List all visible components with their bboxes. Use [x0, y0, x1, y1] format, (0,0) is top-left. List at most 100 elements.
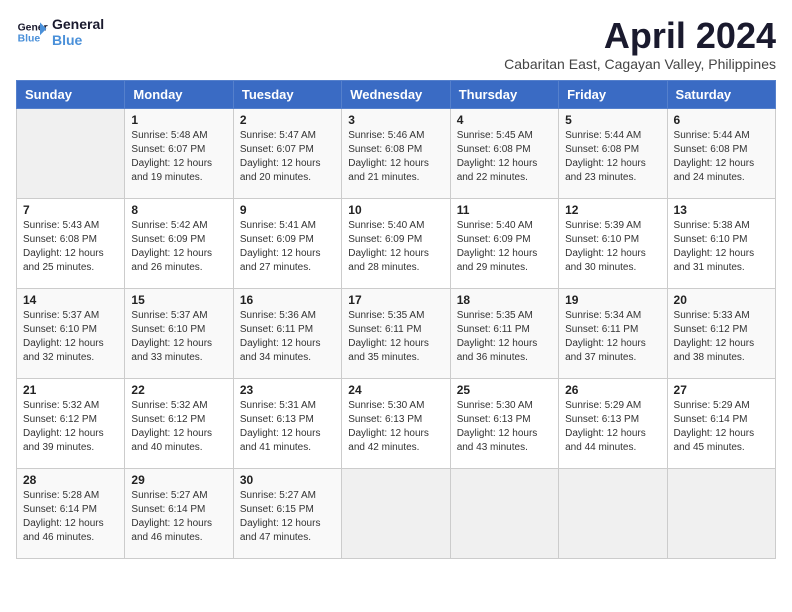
- calendar-cell: 24Sunrise: 5:30 AMSunset: 6:13 PMDayligh…: [342, 378, 450, 468]
- weekday-header-tuesday: Tuesday: [233, 80, 341, 108]
- weekday-header-friday: Friday: [559, 80, 667, 108]
- day-info: Sunrise: 5:33 AMSunset: 6:12 PMDaylight:…: [674, 309, 769, 365]
- day-number: 14: [23, 293, 118, 307]
- day-number: 4: [457, 113, 552, 127]
- calendar-cell: [342, 468, 450, 558]
- calendar-cell: 10 Sunrise: 5:40 AMSunset: 6:09 PMDayligh…: [342, 198, 450, 288]
- day-number: 8: [131, 203, 226, 217]
- calendar-cell: [667, 468, 775, 558]
- logo-text-general: General: [52, 16, 104, 32]
- day-number: 21: [23, 383, 118, 397]
- calendar-cell: 13 Sunrise: 5:38 AMSunset: 6:10 PMDayligh…: [667, 198, 775, 288]
- location-subtitle: Cabaritan East, Cagayan Valley, Philippi…: [504, 56, 776, 72]
- day-number: 17: [348, 293, 443, 307]
- day-info: Sunrise: 5:27 AMSunset: 6:15 PMDaylight:…: [240, 489, 335, 545]
- day-info: Sunrise: 5:32 AMSunset: 6:12 PMDaylight:…: [23, 399, 118, 455]
- calendar-cell: 1 Sunrise: 5:48 AMSunset: 6:07 PMDaylight…: [125, 108, 233, 198]
- day-info: Sunrise: 5:36 AMSunset: 6:11 PMDaylight:…: [240, 309, 335, 365]
- day-number: 7: [23, 203, 118, 217]
- weekday-header-sunday: Sunday: [17, 80, 125, 108]
- day-info: Sunrise: 5:38 AMSunset: 6:10 PMDaylight:…: [674, 219, 769, 275]
- day-number: 18: [457, 293, 552, 307]
- day-number: 12: [565, 203, 660, 217]
- day-info: Sunrise: 5:45 AMSunset: 6:08 PMDaylight:…: [457, 129, 552, 185]
- calendar-cell: [17, 108, 125, 198]
- day-number: 13: [674, 203, 769, 217]
- calendar-cell: 14 Sunrise: 5:37 AMSunset: 6:10 PMDayligh…: [17, 288, 125, 378]
- calendar-cell: 5 Sunrise: 5:44 AMSunset: 6:08 PMDaylight…: [559, 108, 667, 198]
- day-info: Sunrise: 5:29 AMSunset: 6:14 PMDaylight:…: [674, 399, 769, 455]
- weekday-header-wednesday: Wednesday: [342, 80, 450, 108]
- calendar-cell: [559, 468, 667, 558]
- calendar-cell: 4 Sunrise: 5:45 AMSunset: 6:08 PMDaylight…: [450, 108, 558, 198]
- day-info: Sunrise: 5:48 AMSunset: 6:07 PMDaylight:…: [131, 129, 226, 185]
- calendar-cell: 22Sunrise: 5:32 AMSunset: 6:12 PMDayligh…: [125, 378, 233, 468]
- calendar-week-1: 1 Sunrise: 5:48 AMSunset: 6:07 PMDaylight…: [17, 108, 776, 198]
- day-number: 2: [240, 113, 335, 127]
- day-number: 25: [457, 383, 552, 397]
- day-info: Sunrise: 5:35 AMSunset: 6:11 PMDaylight:…: [348, 309, 443, 365]
- calendar-cell: 19Sunrise: 5:34 AMSunset: 6:11 PMDayligh…: [559, 288, 667, 378]
- calendar-cell: 8 Sunrise: 5:42 AMSunset: 6:09 PMDaylight…: [125, 198, 233, 288]
- calendar-cell: 18 Sunrise: 5:35 AMSunset: 6:11 PMDayligh…: [450, 288, 558, 378]
- svg-text:Blue: Blue: [18, 34, 41, 45]
- day-info: Sunrise: 5:44 AMSunset: 6:08 PMDaylight:…: [674, 129, 769, 185]
- day-info: Sunrise: 5:42 AMSunset: 6:09 PMDaylight:…: [131, 219, 226, 275]
- day-number: 10: [348, 203, 443, 217]
- day-number: 3: [348, 113, 443, 127]
- day-info: Sunrise: 5:29 AMSunset: 6:13 PMDaylight:…: [565, 399, 660, 455]
- calendar-week-5: 28Sunrise: 5:28 AMSunset: 6:14 PMDayligh…: [17, 468, 776, 558]
- title-area: April 2024 Cabaritan East, Cagayan Valle…: [504, 16, 776, 72]
- day-info: Sunrise: 5:44 AMSunset: 6:08 PMDaylight:…: [565, 129, 660, 185]
- calendar-cell: 30 Sunrise: 5:27 AMSunset: 6:15 PMDayligh…: [233, 468, 341, 558]
- day-number: 26: [565, 383, 660, 397]
- day-number: 27: [674, 383, 769, 397]
- day-info: Sunrise: 5:35 AMSunset: 6:11 PMDaylight:…: [457, 309, 552, 365]
- calendar-cell: 20Sunrise: 5:33 AMSunset: 6:12 PMDayligh…: [667, 288, 775, 378]
- day-number: 5: [565, 113, 660, 127]
- day-number: 23: [240, 383, 335, 397]
- calendar-cell: 29 Sunrise: 5:27 AMSunset: 6:14 PMDayligh…: [125, 468, 233, 558]
- day-info: Sunrise: 5:43 AMSunset: 6:08 PMDaylight:…: [23, 219, 118, 275]
- weekday-header-saturday: Saturday: [667, 80, 775, 108]
- calendar-cell: 26 Sunrise: 5:29 AMSunset: 6:13 PMDayligh…: [559, 378, 667, 468]
- calendar-cell: 28Sunrise: 5:28 AMSunset: 6:14 PMDayligh…: [17, 468, 125, 558]
- calendar-cell: 27 Sunrise: 5:29 AMSunset: 6:14 PMDayligh…: [667, 378, 775, 468]
- day-number: 1: [131, 113, 226, 127]
- calendar-week-2: 7 Sunrise: 5:43 AMSunset: 6:08 PMDaylight…: [17, 198, 776, 288]
- day-info: Sunrise: 5:37 AMSunset: 6:10 PMDaylight:…: [131, 309, 226, 365]
- calendar-cell: 16 Sunrise: 5:36 AMSunset: 6:11 PMDayligh…: [233, 288, 341, 378]
- day-info: Sunrise: 5:37 AMSunset: 6:10 PMDaylight:…: [23, 309, 118, 365]
- day-number: 15: [131, 293, 226, 307]
- logo-icon: General Blue: [16, 16, 48, 48]
- logo: General Blue General Blue: [16, 16, 104, 48]
- calendar-cell: 17 Sunrise: 5:35 AMSunset: 6:11 PMDayligh…: [342, 288, 450, 378]
- calendar-cell: 25 Sunrise: 5:30 AMSunset: 6:13 PMDayligh…: [450, 378, 558, 468]
- day-info: Sunrise: 5:40 AMSunset: 6:09 PMDaylight:…: [457, 219, 552, 275]
- calendar-table: SundayMondayTuesdayWednesdayThursdayFrid…: [16, 80, 776, 559]
- day-info: Sunrise: 5:41 AMSunset: 6:09 PMDaylight:…: [240, 219, 335, 275]
- month-title: April 2024: [504, 16, 776, 56]
- day-info: Sunrise: 5:46 AMSunset: 6:08 PMDaylight:…: [348, 129, 443, 185]
- day-number: 29: [131, 473, 226, 487]
- day-number: 16: [240, 293, 335, 307]
- calendar-cell: 11Sunrise: 5:40 AMSunset: 6:09 PMDayligh…: [450, 198, 558, 288]
- day-number: 28: [23, 473, 118, 487]
- day-number: 30: [240, 473, 335, 487]
- day-info: Sunrise: 5:30 AMSunset: 6:13 PMDaylight:…: [457, 399, 552, 455]
- day-info: Sunrise: 5:40 AMSunset: 6:09 PMDaylight:…: [348, 219, 443, 275]
- day-info: Sunrise: 5:32 AMSunset: 6:12 PMDaylight:…: [131, 399, 226, 455]
- day-info: Sunrise: 5:27 AMSunset: 6:14 PMDaylight:…: [131, 489, 226, 545]
- day-info: Sunrise: 5:47 AMSunset: 6:07 PMDaylight:…: [240, 129, 335, 185]
- day-info: Sunrise: 5:30 AMSunset: 6:13 PMDaylight:…: [348, 399, 443, 455]
- calendar-cell: 2 Sunrise: 5:47 AMSunset: 6:07 PMDaylight…: [233, 108, 341, 198]
- calendar-cell: 15 Sunrise: 5:37 AMSunset: 6:10 PMDayligh…: [125, 288, 233, 378]
- day-number: 6: [674, 113, 769, 127]
- calendar-cell: 21 Sunrise: 5:32 AMSunset: 6:12 PMDayligh…: [17, 378, 125, 468]
- calendar-cell: 7 Sunrise: 5:43 AMSunset: 6:08 PMDaylight…: [17, 198, 125, 288]
- weekday-header-thursday: Thursday: [450, 80, 558, 108]
- logo-text-blue: Blue: [52, 32, 104, 48]
- calendar-cell: 3 Sunrise: 5:46 AMSunset: 6:08 PMDaylight…: [342, 108, 450, 198]
- page-header: General Blue General Blue April 2024 Cab…: [16, 16, 776, 72]
- calendar-cell: 6 Sunrise: 5:44 AMSunset: 6:08 PMDaylight…: [667, 108, 775, 198]
